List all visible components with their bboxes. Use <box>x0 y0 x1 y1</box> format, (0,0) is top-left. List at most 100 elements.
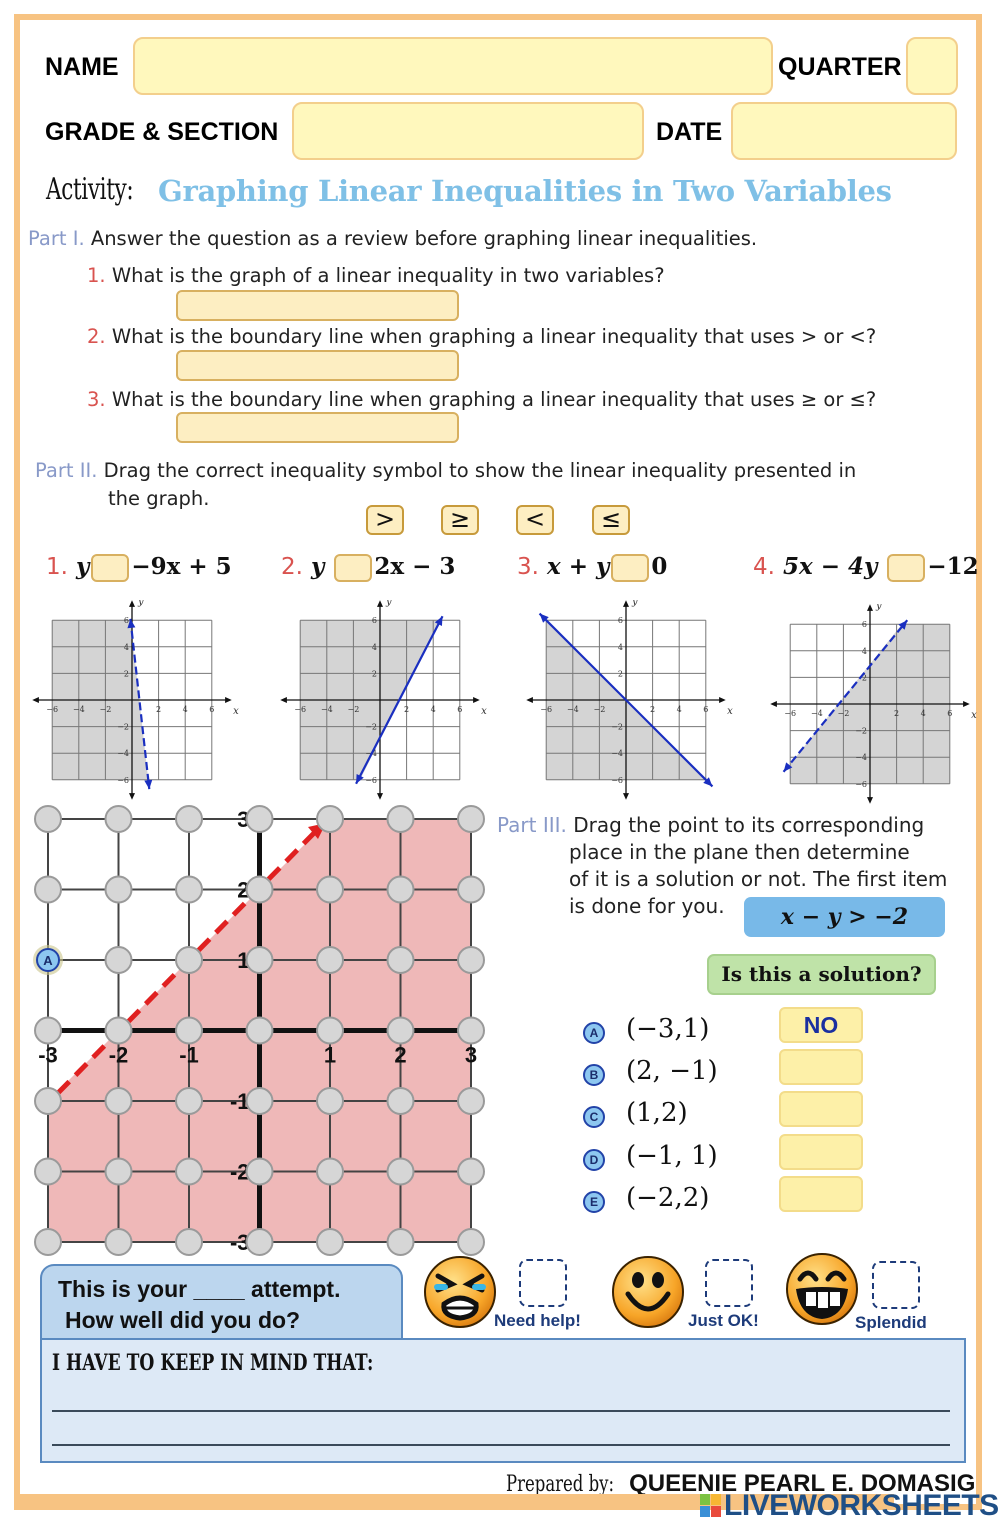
grid-point[interactable] <box>316 1157 344 1186</box>
grid-point[interactable] <box>316 805 344 833</box>
y-arrow-up <box>867 604 873 611</box>
grid-point[interactable] <box>386 946 415 974</box>
point-a-badge[interactable]: A <box>583 1022 605 1044</box>
x-tick-label: 4 <box>183 705 188 714</box>
grid-point[interactable] <box>104 875 133 904</box>
grid-point[interactable] <box>175 1087 203 1115</box>
point-b-badge[interactable]: B <box>583 1064 605 1086</box>
solution-header: Is this a solution? <box>707 954 936 995</box>
grid-point[interactable] <box>175 805 203 833</box>
grid-point[interactable] <box>457 1157 485 1186</box>
x-arrow-left <box>770 701 777 707</box>
need-help-checkbox[interactable] <box>519 1259 567 1307</box>
grid-point[interactable] <box>34 1228 62 1256</box>
grid-point[interactable] <box>386 805 415 833</box>
grid-point[interactable] <box>457 875 485 904</box>
part3-label: Part III. <box>497 813 567 837</box>
grid-point[interactable] <box>245 1228 274 1256</box>
symbol-greater-equal[interactable]: ≥ <box>441 505 479 535</box>
name-field[interactable] <box>133 37 773 95</box>
drop-box-4[interactable] <box>887 554 926 582</box>
grid-point[interactable] <box>34 1157 62 1186</box>
point-a-answer[interactable]: NO <box>779 1007 863 1043</box>
point-d-answer[interactable] <box>779 1134 863 1170</box>
grid-point[interactable] <box>34 1016 62 1045</box>
grid-point[interactable] <box>386 1087 415 1115</box>
grid-point[interactable] <box>175 1228 203 1256</box>
grid-point[interactable] <box>316 1016 344 1045</box>
x-tick-label: -1 <box>179 1043 199 1068</box>
grid-point[interactable] <box>34 875 62 904</box>
grid-point[interactable] <box>104 805 133 833</box>
point-e-badge[interactable]: E <box>583 1191 605 1213</box>
grid-point[interactable] <box>175 1016 203 1045</box>
quarter-field[interactable] <box>906 37 958 95</box>
point-c-badge[interactable]: C <box>583 1106 605 1128</box>
grid-point[interactable] <box>245 1157 274 1186</box>
drop-box-3[interactable] <box>611 554 650 582</box>
symbol-less-than[interactable]: < <box>516 505 554 535</box>
graph-1: −6 −6 −4 −4 −2 −2 2 2 4 4 6 6 x y <box>32 600 239 800</box>
part1-answer-3[interactable] <box>176 412 459 443</box>
drop-box-1[interactable] <box>91 554 130 582</box>
keep-in-mind-box[interactable]: I HAVE TO KEEP IN MIND THAT: <box>40 1338 966 1463</box>
grid-point[interactable] <box>104 1087 133 1115</box>
x-tick-label: −2 <box>100 705 112 714</box>
writing-line-2 <box>52 1444 950 1446</box>
splendid-checkbox[interactable] <box>872 1261 920 1309</box>
point-e-answer[interactable] <box>779 1176 863 1212</box>
grid-point[interactable] <box>104 1157 133 1186</box>
grid-point[interactable] <box>386 1157 415 1186</box>
grid-point[interactable] <box>386 875 415 904</box>
grid-point[interactable] <box>316 1228 344 1256</box>
grid-point[interactable] <box>104 1016 133 1045</box>
grid-point[interactable] <box>245 946 274 974</box>
grid-point[interactable] <box>245 1087 274 1115</box>
point-b-answer[interactable] <box>779 1049 863 1085</box>
grid-point[interactable] <box>457 805 485 833</box>
drop-box-2[interactable] <box>334 554 373 582</box>
x-tick-label: −4 <box>811 709 823 718</box>
grid-point[interactable] <box>245 1016 274 1045</box>
grade-section-field[interactable] <box>292 102 644 160</box>
quarter-label: QUARTER <box>778 53 902 81</box>
splendid-label: Splendid <box>855 1313 927 1332</box>
symbol-greater-than[interactable]: > <box>366 505 404 535</box>
grid-point[interactable] <box>175 875 203 904</box>
part1-answer-2[interactable] <box>176 350 459 381</box>
y-tick-label: 4 <box>124 643 129 652</box>
grid-point[interactable] <box>175 1157 203 1186</box>
attempt-box: This is your ____ attempt. How well did … <box>40 1264 403 1340</box>
point-d-badge[interactable]: D <box>583 1149 605 1171</box>
grid-point[interactable] <box>34 1087 62 1115</box>
writing-line-1 <box>52 1410 950 1412</box>
date-field[interactable] <box>731 102 957 160</box>
grid-point[interactable] <box>175 946 203 974</box>
grid-point[interactable] <box>104 946 133 974</box>
symbol-less-equal[interactable]: ≤ <box>592 505 630 535</box>
point-e-coord: (−2,2) <box>626 1183 710 1213</box>
graph-3: −6 −6 −4 −4 −2 −2 2 2 4 4 6 6 x y <box>526 600 733 800</box>
grid-point[interactable] <box>457 1087 485 1115</box>
y-axis-label: y <box>631 600 638 607</box>
grid-point[interactable] <box>245 805 274 833</box>
grid-point[interactable] <box>104 1228 133 1256</box>
grid-point[interactable] <box>457 1016 485 1045</box>
coordinate-plane[interactable]: -3 -2 -1 1 2 3321-1-2-3A <box>28 803 488 1258</box>
grid-point[interactable] <box>457 1228 485 1256</box>
x-tick-label: 2 <box>894 709 899 718</box>
grid-point[interactable] <box>245 875 274 904</box>
just-ok-checkbox[interactable] <box>705 1259 753 1307</box>
point-c-answer[interactable] <box>779 1091 863 1127</box>
grid-point[interactable] <box>316 946 344 974</box>
point-c-coord: (1,2) <box>626 1098 688 1128</box>
grid-point[interactable] <box>316 1087 344 1115</box>
y-axis-label: y <box>137 600 144 607</box>
graph-4: −6−6−4−4−2−2224466xy <box>770 604 977 804</box>
grid-point[interactable] <box>386 1228 415 1256</box>
grid-point[interactable] <box>386 1016 415 1045</box>
grid-point[interactable] <box>457 946 485 974</box>
grid-point[interactable] <box>316 875 344 904</box>
part1-answer-1[interactable] <box>176 290 459 321</box>
grid-point[interactable] <box>34 805 62 833</box>
